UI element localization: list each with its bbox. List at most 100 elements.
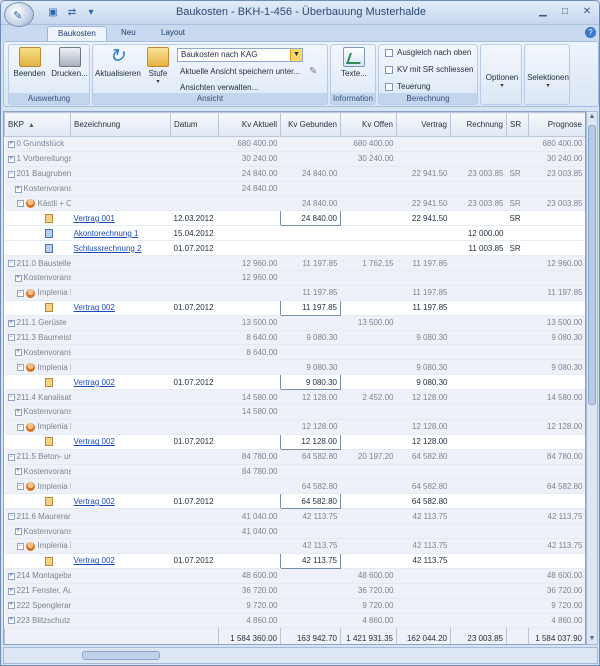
table-row[interactable]: − Implenia Bau AG, Bern 9 080.30 9 080.30 9 … [4,359,585,376]
maximize-button[interactable]: □ [555,4,575,20]
collapse-icon[interactable]: − [7,393,15,401]
table-row[interactable]: −211.5 Beton- und Stahlbetonarbeiten 84 7… [4,449,585,465]
expand-icon[interactable]: + [14,349,22,357]
table-row[interactable]: +223 Blitzschutz 4 860.00 4 860.00 4 860.00 [4,613,585,629]
table-row[interactable]: +222 Spenglerarbeiten 9 720.00 9 720.00 9 7… [4,598,585,614]
vertical-scroll-thumb[interactable] [588,125,596,405]
drucken-button[interactable]: Drucken... [50,47,89,78]
vertical-scrollbar[interactable]: ▲ ▼ [586,111,598,645]
expand-icon[interactable]: + [7,572,15,580]
table-row[interactable]: +221 Fenster, Aussentüren, Tore 36 720.00… [4,583,585,599]
table-row[interactable]: +Kostenvoranschlag 14 580.00 [4,404,585,420]
collapse-icon[interactable]: − [16,289,24,297]
cell-bezeichnung[interactable]: Vertrag 002 [70,374,171,391]
table-row[interactable]: Vertrag 002 01.07.2012 12 128.00 12 128.00 [4,433,585,450]
chevron-down-icon[interactable]: ▼ [290,49,302,61]
table-row[interactable]: − Kästli + Co. AG, Belp 24 840.00 22 941.50… [4,196,585,212]
wrench-icon[interactable]: ✎ [309,66,317,77]
cell-bezeichnung[interactable]: Vertrag 002 [70,493,171,510]
table-row[interactable]: +Kostenvoranschlag 41 040.00 [4,523,585,540]
expand-icon[interactable]: + [7,155,15,163]
bezeichnung-value[interactable]: Vertrag 002 [74,303,115,312]
table-row[interactable]: +Kostenvoranschlag 12 960.00 [4,270,585,286]
expand-icon[interactable]: + [7,587,15,595]
application-menu-button[interactable]: ✎ [4,2,34,27]
bezeichnung-value[interactable]: Vertrag 002 [74,378,115,387]
table-row[interactable]: − Implenia Bau AG, Bern 42 113.75 42 113.75… [4,538,585,554]
table-row[interactable]: +Kostenvoranschlag 84 780.00 [4,464,585,480]
table-row[interactable]: − Implenia Bau AG, Bern 11 197.85 11 197.85… [4,285,585,301]
table-row[interactable]: −211.0 Baustelleneinrichtung 12 960.00 11 … [4,255,585,272]
close-button[interactable]: ✕ [577,4,597,20]
table-row[interactable]: Schlussrechnung 2 01.07.2012 11 003.85 SR [4,240,585,257]
bezeichnung-value[interactable]: Vertrag 002 [74,437,115,446]
tab-neu[interactable]: Neu [111,26,146,41]
table-row[interactable]: Vertrag 002 01.07.2012 9 080.30 9 080.30 [4,374,585,391]
collapse-icon[interactable]: − [16,483,24,491]
tab-baukosten[interactable]: Baukosten [47,26,107,41]
expand-icon[interactable]: + [14,527,22,535]
collapse-icon[interactable]: − [16,542,24,550]
table-row[interactable]: −211.4 Kanalisationen im Gebäude 14 580.0… [4,389,585,406]
cell-bezeichnung[interactable]: Vertrag 002 [70,300,171,316]
expand-icon[interactable]: + [14,468,22,476]
column-header-kv-gebunden[interactable]: Kv Gebunden [280,112,341,137]
table-row[interactable]: Akontorechnung 1 15.04.2012 12 000.00 [4,225,585,242]
collapse-icon[interactable]: − [7,334,15,342]
column-header-bkp[interactable]: BKP ▲ [4,112,71,137]
table-row[interactable]: +Kostenvoranschlag 24 840.00 [4,181,585,197]
table-row[interactable]: − Implenia Bau AG, Bern 64 582.80 64 582.80… [4,478,585,495]
table-row[interactable]: +Kostenvoranschlag 8 640.00 [4,344,585,361]
teuerung-checkbox[interactable]: Teuerung [385,82,430,91]
table-row[interactable]: +214 Montagebau in Holz 48 600.00 48 600.0… [4,568,585,584]
expand-icon[interactable]: + [7,140,15,148]
tab-layout[interactable]: Layout [151,26,195,41]
column-header-datum[interactable]: Datum [170,112,219,137]
table-row[interactable]: −211.3 Baumeisteraushub 8 640.00 9 080.30 9… [4,330,585,346]
collapse-icon[interactable]: − [7,453,15,461]
expand-icon[interactable]: + [14,408,22,416]
minimize-button[interactable]: ▁ [533,4,553,20]
bezeichnung-value[interactable]: Vertrag 002 [74,556,115,565]
scroll-up-icon[interactable]: ▲ [587,112,597,122]
collapse-icon[interactable]: − [7,513,15,521]
table-row[interactable]: −201 Baugrubenaushub 24 840.00 24 840.00 22… [4,166,585,182]
expand-icon[interactable]: + [7,319,15,327]
column-header-kv-offen[interactable]: Kv Offen [340,112,397,137]
column-header-rechnung[interactable]: Rechnung [450,112,507,137]
bezeichnung-value[interactable]: Vertrag 002 [74,497,115,506]
collapse-icon[interactable]: − [16,423,24,431]
ausgleich-checkbox[interactable]: Ausgleich nach oben [385,48,471,57]
table-row[interactable]: +0 Grundstück 680 400.00 680 400.00 680 400… [4,136,585,152]
column-header-vertrag[interactable]: Vertrag [396,112,451,137]
aktualisieren-button[interactable]: ↻ Aktualisieren [95,47,141,79]
expand-icon[interactable]: + [7,617,15,625]
table-row[interactable]: +1 Vorbereitungsarbeiten 30 240.00 30 240.… [4,151,585,167]
column-header-sr[interactable]: SR [506,112,529,137]
table-row[interactable]: −211.6 Maurerarbeiten 41 040.00 42 113.75 4… [4,508,585,525]
table-row[interactable]: +211.1 Gerüste 13 500.00 13 500.00 13 500.0… [4,315,585,331]
collapse-icon[interactable]: − [16,364,24,371]
table-row[interactable]: − Implenia Bau AG, Bern 12 128.00 12 128.00… [4,419,585,435]
scroll-down-icon[interactable]: ▼ [587,634,597,644]
cell-bezeichnung[interactable]: Vertrag 001 [70,210,171,227]
column-header-prognose[interactable]: Prognose [528,112,585,137]
selektionen-button[interactable]: Selektionen ▾ [527,73,569,89]
cell-bezeichnung[interactable]: Schlussrechnung 2 [70,240,171,257]
expand-icon[interactable]: + [7,602,15,610]
table-row[interactable]: Vertrag 002 01.07.2012 64 582.80 64 582.80 [4,493,585,510]
save-view-button[interactable]: Aktuelle Ansicht speichern unter... [180,67,300,76]
help-icon[interactable]: ? [585,27,596,38]
cell-bezeichnung[interactable]: Vertrag 002 [70,434,171,450]
bezeichnung-value[interactable]: Akontorechnung 1 [74,229,139,238]
cell-bezeichnung[interactable]: Akontorechnung 1 [70,225,171,242]
table-row[interactable]: Vertrag 002 01.07.2012 42 113.75 42 113.75 [4,552,585,569]
collapse-icon[interactable]: − [7,259,15,267]
optionen-button[interactable]: Optionen ▾ [483,73,521,89]
column-header-kv-aktuell[interactable]: Kv Aktuell [218,112,281,137]
manage-views-button[interactable]: Ansichten verwalten... [180,83,258,92]
horizontal-scrollbar[interactable] [3,647,598,664]
cell-bezeichnung[interactable]: Vertrag 002 [70,553,171,569]
table-row[interactable]: Vertrag 001 12.03.2012 24 840.00 22 941.50 S… [4,210,585,227]
kv-sr-checkbox[interactable]: KV mit SR schliessen [385,65,473,74]
